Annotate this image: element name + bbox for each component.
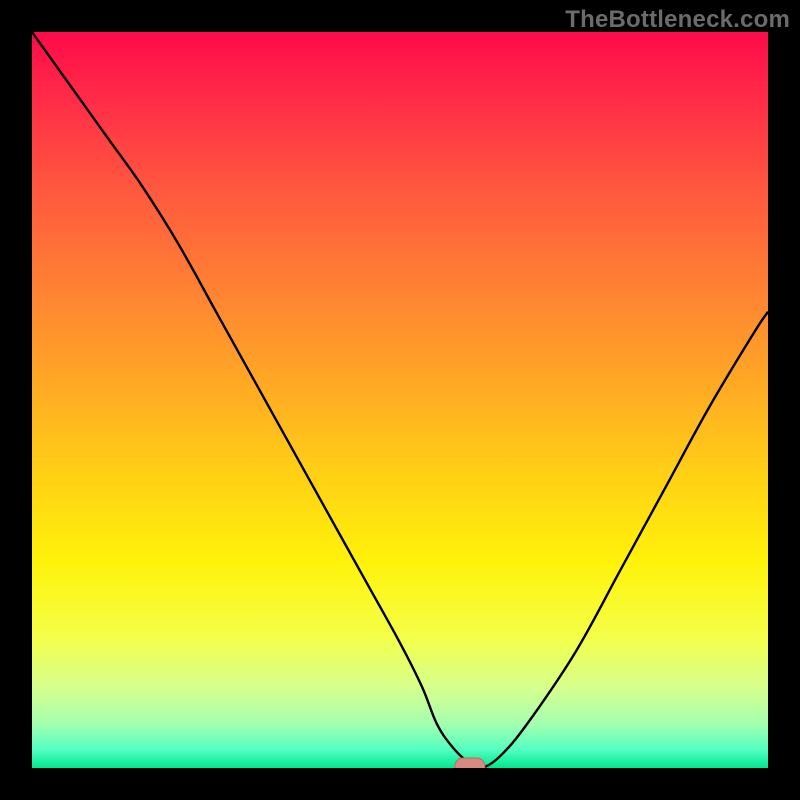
chart-frame: TheBottleneck.com [0,0,800,800]
gradient-background [32,32,768,768]
optimal-point-marker [455,758,485,768]
bottleneck-chart [32,32,768,768]
watermark-text: TheBottleneck.com [565,6,790,34]
